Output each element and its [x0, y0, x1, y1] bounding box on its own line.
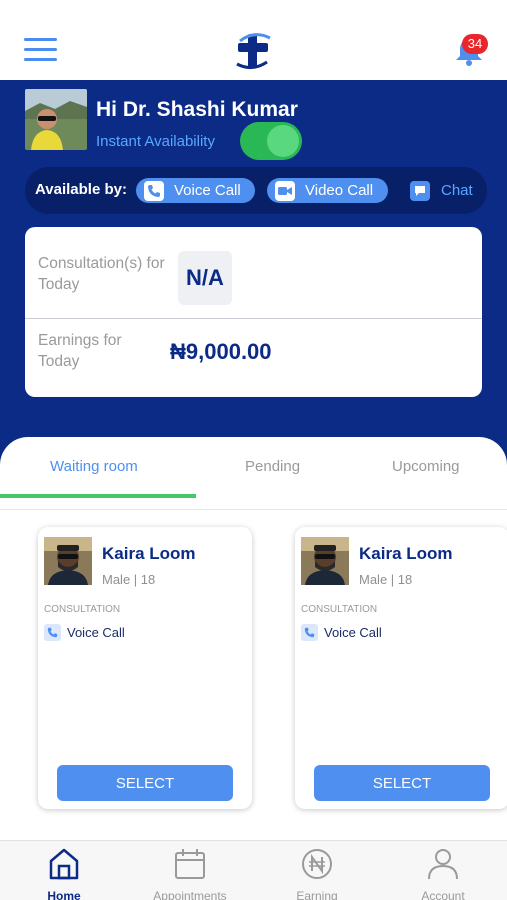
earnings-today-value: ₦9,000.00	[170, 339, 272, 364]
consultation-type-label: Voice Call	[67, 625, 125, 640]
nav-home[interactable]: Home	[9, 841, 119, 900]
patient-avatar	[301, 537, 349, 585]
phone-icon	[44, 624, 61, 641]
home-icon	[49, 848, 79, 880]
instant-availability-toggle[interactable]	[240, 122, 302, 160]
available-by-title: Available by:	[35, 181, 127, 198]
tab-pending[interactable]: Pending	[245, 458, 300, 475]
app-bar: 34	[0, 0, 507, 80]
patient-avatar	[44, 537, 92, 585]
doctor-avatar[interactable]	[25, 89, 87, 150]
doctor-greeting: Hi Dr. Shashi Kumar	[96, 98, 298, 121]
voice-call-option[interactable]: Voice Call	[136, 178, 255, 203]
voice-call-label: Voice Call	[174, 182, 241, 199]
select-patient-button[interactable]: SELECT	[314, 765, 490, 801]
nav-appointments-label: Appointments	[153, 889, 227, 900]
consultations-today-label: Consultation(s) for Today	[38, 255, 165, 293]
medical-cross-logo	[236, 33, 271, 69]
phone-icon	[301, 624, 318, 641]
chat-bubble-icon	[410, 180, 430, 201]
bottom-navigation: Home Appointments Earning Account	[0, 840, 507, 900]
consultation-section-label: CONSULTATION	[44, 604, 121, 615]
nav-account-label: Account	[421, 889, 465, 900]
select-patient-button[interactable]: SELECT	[57, 765, 233, 801]
consultation-section-label: CONSULTATION	[301, 604, 378, 615]
chat-label: Chat	[441, 182, 473, 199]
video-camera-icon	[275, 180, 295, 201]
nav-earning-label: Earning	[296, 889, 338, 900]
naira-coin-icon	[302, 849, 332, 879]
patient-card[interactable]: Kaira Loom Male | 18 CONSULTATION Voice …	[295, 527, 507, 809]
calendar-icon	[175, 849, 205, 879]
phone-icon	[144, 180, 164, 201]
patient-name: Kaira Loom	[102, 544, 196, 563]
available-by-bar: Available by: Voice Call Video Call Chat	[25, 167, 487, 214]
hamburger-menu-icon[interactable]	[24, 38, 57, 64]
toggle-knob	[267, 125, 299, 157]
consultation-type: Voice Call	[301, 624, 382, 641]
patient-name: Kaira Loom	[359, 544, 453, 563]
notification-badge: 34	[462, 34, 488, 54]
nav-home-label: Home	[47, 889, 81, 900]
nav-account[interactable]: Account	[388, 841, 498, 900]
patient-gender-age: Male | 18	[359, 572, 413, 587]
patient-gender-age: Male | 18	[102, 572, 156, 587]
nav-appointments[interactable]: Appointments	[135, 841, 245, 900]
video-call-option[interactable]: Video Call	[267, 178, 388, 203]
today-stats-card: Consultation(s) for Today N/A Earnings f…	[25, 227, 482, 397]
active-tab-indicator	[0, 494, 196, 498]
doctor-header: Hi Dr. Shashi Kumar Instant Availability…	[0, 80, 507, 480]
tab-waiting-room[interactable]: Waiting room	[50, 458, 138, 475]
patient-card[interactable]: Kaira Loom Male | 18 CONSULTATION Voice …	[38, 527, 252, 809]
nav-earning[interactable]: Earning	[262, 841, 372, 900]
consultation-type: Voice Call	[44, 624, 125, 641]
appointments-sheet: Waiting room Pending Upcoming Kaira Loom…	[0, 437, 507, 840]
person-icon	[428, 849, 458, 880]
consultations-today-value: N/A	[178, 251, 232, 305]
video-call-label: Video Call	[305, 182, 374, 199]
earnings-today-label: Earnings for Today	[38, 332, 122, 370]
stats-divider	[25, 318, 482, 319]
tab-baseline	[0, 509, 507, 510]
chat-option[interactable]: Chat	[410, 178, 473, 203]
tab-upcoming[interactable]: Upcoming	[392, 458, 460, 475]
consultation-type-label: Voice Call	[324, 625, 382, 640]
instant-availability-label: Instant Availability	[96, 133, 215, 150]
